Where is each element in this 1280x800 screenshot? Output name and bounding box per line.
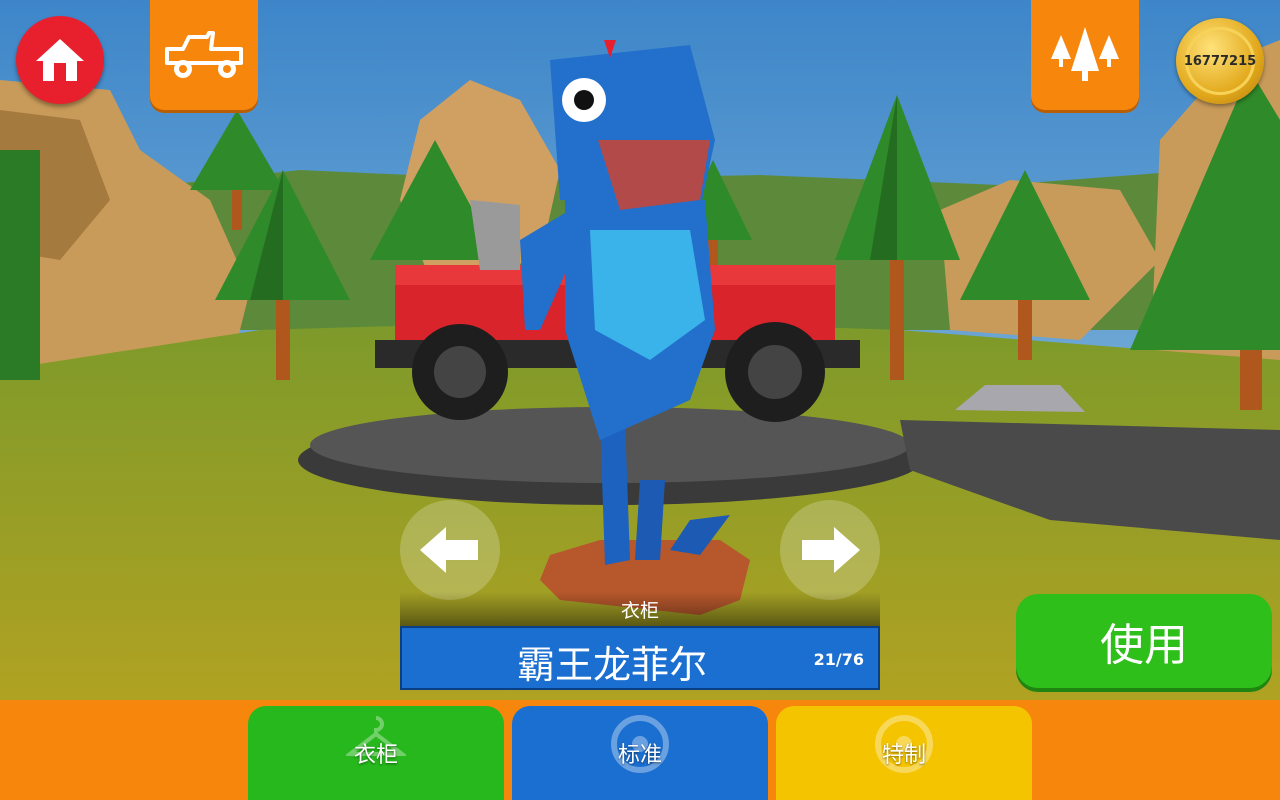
home-icon — [36, 39, 84, 81]
coin-count: 16777215 — [1183, 53, 1257, 69]
trees-icon — [1051, 27, 1119, 81]
tab-standard[interactable]: 标准 — [512, 706, 768, 800]
wardrobe-caption: 衣柜 — [400, 592, 880, 626]
tab-custom[interactable]: 特制 — [776, 706, 1032, 800]
character-name-bar: 霸王龙菲尔 21/76 — [400, 626, 880, 690]
use-button[interactable]: 使用 — [1016, 594, 1272, 688]
coin-balance: 16777215 — [1176, 18, 1264, 104]
tab-custom-label: 特制 — [881, 743, 926, 768]
next-character-button[interactable] — [780, 500, 880, 600]
tab-standard-label: 标准 — [617, 743, 662, 768]
tab-wardrobe[interactable]: 衣柜 — [248, 706, 504, 800]
arrow-right-icon — [802, 527, 860, 573]
tree — [0, 150, 40, 380]
arrow-left-icon — [420, 527, 478, 573]
vehicle-button[interactable] — [150, 0, 258, 110]
prev-character-button[interactable] — [400, 500, 500, 600]
scenery-button[interactable] — [1031, 0, 1139, 110]
home-button[interactable] — [16, 16, 104, 104]
character-index: 21/76 — [813, 650, 864, 669]
coin-icon: 16777215 — [1183, 27, 1257, 95]
tab-wardrobe-label: 衣柜 — [353, 743, 398, 768]
character-name: 霸王龙菲尔 — [516, 643, 707, 687]
jeep-icon — [165, 31, 243, 78]
